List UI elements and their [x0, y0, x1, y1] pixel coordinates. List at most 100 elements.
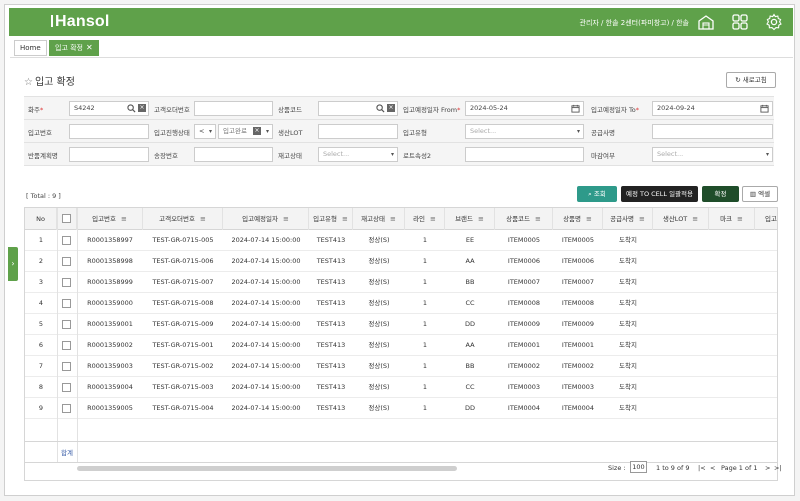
settings-gear-icon[interactable] [765, 13, 783, 31]
shipper-input[interactable]: S4242 × [69, 101, 149, 116]
cell-cust-order: TEST-GR-0715-005 [152, 236, 214, 244]
row-checkbox[interactable] [62, 383, 71, 392]
return-plan-input[interactable] [69, 147, 149, 162]
date-from-input[interactable]: 2024-05-24 [465, 101, 584, 116]
grid-divider [57, 208, 58, 463]
table-row[interactable]: 2 R0001358998 TEST-GR-0715-006 2024-07-14 1… [25, 251, 777, 272]
search-form: 화주* S4242 × 고객오더번호 상품코드 × 입고예정일자 From* 2… [24, 96, 774, 166]
col-inbound-no[interactable]: 입고번호 ≡ [77, 208, 143, 230]
cell-inbound-type: TEST413 [316, 236, 346, 244]
cell-stock-status: 정상(S) [368, 278, 390, 286]
refresh-button[interactable]: ↻ 새로고침 [726, 72, 776, 88]
cell-inbound-type: TEST413 [316, 362, 346, 370]
col-select[interactable] [57, 208, 77, 230]
close-icon[interactable]: ✕ [86, 43, 93, 52]
col-cust-order[interactable]: 고객오더번호 ≡ [143, 208, 223, 230]
next-page-button[interactable]: > [765, 464, 770, 472]
column-menu-icon: ≡ [737, 215, 743, 223]
col-stock-status[interactable]: 재고상태 ≡ [353, 208, 405, 230]
hansol-logo[interactable]: Hansol [51, 13, 110, 31]
grid-apps-icon[interactable] [731, 13, 749, 31]
row-checkbox[interactable] [62, 320, 71, 329]
row-checkbox[interactable] [62, 404, 71, 413]
clear-icon[interactable]: × [253, 127, 261, 135]
row-checkbox[interactable] [62, 236, 71, 245]
page-size-input[interactable]: 100 [630, 461, 647, 473]
search-button[interactable]: ⌕ 조회 [577, 186, 617, 202]
cell-inbound-type: TEST413 [316, 278, 346, 286]
deadline-select[interactable]: Select... ▾ [652, 147, 773, 162]
cell-inbound-no: R0001358997 [87, 236, 133, 244]
tab-home[interactable]: Home [14, 40, 47, 56]
search-icon[interactable] [127, 104, 136, 113]
caret-down-icon: ▾ [576, 128, 580, 135]
favorite-star-icon[interactable]: ☆ [24, 77, 33, 88]
row-checkbox[interactable] [62, 257, 71, 266]
lot-attr2-input[interactable] [465, 147, 584, 162]
progress-status-select[interactable]: 입고완료 × ▾ [218, 124, 273, 139]
col-lot[interactable]: 생산LOT ≡ [653, 208, 709, 230]
calendar-icon[interactable] [571, 104, 580, 113]
cell-supplier: 도착지 [619, 383, 637, 391]
product-code-input[interactable]: × [318, 101, 398, 116]
row-checkbox[interactable] [62, 341, 71, 350]
clear-icon[interactable]: × [138, 104, 146, 112]
total-count: [ Total : 9 ] [26, 192, 61, 200]
table-row[interactable]: 9 R0001359005 TEST-GR-0715-004 2024-07-14 1… [25, 398, 777, 419]
warehouse-icon[interactable] [697, 13, 715, 31]
table-row[interactable]: 7 R0001359003 TEST-GR-0715-002 2024-07-14 1… [25, 356, 777, 377]
horizontal-scrollbar[interactable] [77, 466, 457, 471]
table-row[interactable]: 1 R0001358997 TEST-GR-0715-005 2024-07-14 1… [25, 230, 777, 251]
col-no[interactable]: No [25, 208, 57, 230]
tab-inbound-confirm[interactable]: 입고 확정 ✕ [49, 40, 99, 56]
col-product-code[interactable]: 상품코드 ≡ [495, 208, 553, 230]
table-row[interactable]: 8 R0001359004 TEST-GR-0715-003 2024-07-14 1… [25, 377, 777, 398]
cell-cust-order: TEST-GR-0715-002 [152, 362, 214, 370]
clear-icon[interactable]: × [387, 104, 395, 112]
table-row[interactable]: 5 R0001359001 TEST-GR-0715-009 2024-07-14 1… [25, 314, 777, 335]
calendar-icon[interactable] [760, 104, 769, 113]
invoice-no-input[interactable] [194, 147, 273, 162]
date-to-input[interactable]: 2024-09-24 [652, 101, 773, 116]
table-row[interactable]: 6 R0001359002 TEST-GR-0715-001 2024-07-14 1… [25, 335, 777, 356]
supplier-input[interactable] [652, 124, 773, 139]
inbound-no-input[interactable] [69, 124, 149, 139]
cell-product-code: ITEM0001 [507, 341, 541, 349]
operator-select[interactable]: < ▾ [194, 124, 216, 139]
col-line[interactable]: 라인 ≡ [405, 208, 445, 230]
apply-to-cell-button[interactable]: 예정 TO CELL 일괄적용 [621, 186, 698, 202]
stock-status-select[interactable]: Select... ▾ [318, 147, 398, 162]
row-checkbox[interactable] [62, 299, 71, 308]
table-row[interactable]: 3 R0001358999 TEST-GR-0715-007 2024-07-14 1… [25, 272, 777, 293]
last-page-button[interactable]: >| [774, 464, 782, 472]
cust-order-input[interactable] [194, 101, 273, 116]
cell-brand: AA [465, 257, 475, 265]
col-due-date[interactable]: 입고예정일자 ≡ [223, 208, 309, 230]
operator-value: < [199, 127, 205, 135]
col-inbound-type[interactable]: 입고유형 ≡ [309, 208, 353, 230]
table-row[interactable]: 4 R0001359000 TEST-GR-0715-008 2024-07-14 1… [25, 293, 777, 314]
grid-header: No 입고번호 ≡ 고객오더번호 ≡ 입고예정일자 ≡ 입고유형 ≡ 재고상태 ≡ 라인 ≡… [25, 208, 777, 230]
row-checkbox[interactable] [62, 278, 71, 287]
cell-product-code: ITEM0006 [507, 257, 541, 265]
search-icon[interactable] [376, 104, 385, 113]
row-checkbox[interactable] [62, 362, 71, 371]
col-supplier[interactable]: 공급사명 ≡ [603, 208, 653, 230]
prev-page-button[interactable]: < [710, 464, 715, 472]
confirm-button[interactable]: 확정 [702, 186, 739, 202]
col-product-name[interactable]: 상품명 ≡ [553, 208, 603, 230]
logo-text: Hansol [55, 13, 110, 30]
first-page-button[interactable]: |< [698, 464, 706, 472]
excel-button[interactable]: ▥ 엑셀 [742, 186, 778, 202]
cell-due-date: 2024-07-14 15:00:00 [231, 383, 301, 391]
col-inbound-more[interactable]: 입고 [755, 208, 777, 230]
col-brand[interactable]: 브랜드 ≡ [445, 208, 495, 230]
col-mark[interactable]: 마크 ≡ [709, 208, 755, 230]
column-menu-icon: ≡ [430, 215, 436, 223]
inbound-type-select[interactable]: Select... ▾ [465, 124, 584, 139]
lot-input[interactable] [318, 124, 398, 139]
lot-label: 생산LOT [278, 129, 303, 137]
column-menu-icon: ≡ [692, 215, 699, 223]
select-all-checkbox[interactable] [62, 214, 71, 223]
search-row-2: 입고번호 입고진행상태 < ▾ 입고완료 × ▾ 생산LOT 입고유형 Selec… [24, 120, 774, 143]
